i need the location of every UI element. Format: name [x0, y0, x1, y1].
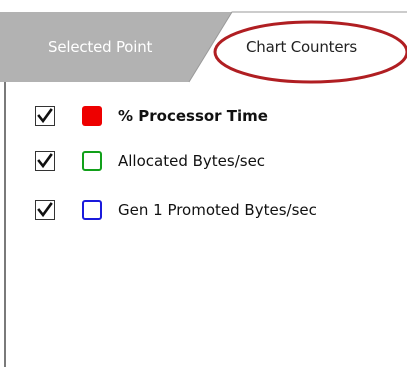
counter-color-swatch	[82, 151, 102, 171]
counter-color-swatch	[82, 200, 102, 220]
checkmark-icon	[37, 108, 53, 124]
counter-row-allocated-bytes: Allocated Bytes/sec	[0, 147, 407, 175]
counter-checkbox-processor-time[interactable]	[35, 106, 55, 126]
checkmark-icon	[37, 202, 53, 218]
counter-label-allocated-bytes: Allocated Bytes/sec	[118, 152, 266, 170]
counter-checkbox-gen1-promoted-bytes[interactable]	[35, 200, 55, 220]
tab-selected-point[interactable]: Selected Point	[48, 38, 152, 56]
checkmark-icon	[37, 153, 53, 169]
counter-label-processor-time: % Processor Time	[118, 107, 268, 125]
counter-label-gen1-promoted-bytes: Gen 1 Promoted Bytes/sec	[118, 201, 317, 219]
counter-color-swatch	[82, 106, 102, 126]
chart-counters-panel: Selected Point Chart Counters % Processo…	[0, 0, 407, 367]
tab-chart-counters[interactable]: Chart Counters	[246, 38, 357, 56]
counter-checkbox-allocated-bytes[interactable]	[35, 151, 55, 171]
counter-row-gen1-promoted-bytes: Gen 1 Promoted Bytes/sec	[0, 196, 407, 224]
counter-row-processor-time: % Processor Time	[0, 102, 407, 130]
